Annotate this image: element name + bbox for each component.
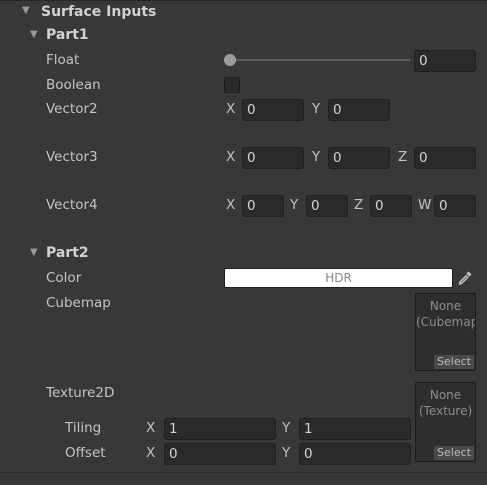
bottom-divider: [0, 472, 487, 473]
vector4-x-field[interactable]: 0: [242, 195, 284, 217]
vector3-y-field[interactable]: 0: [328, 147, 390, 169]
eyedropper-icon: [458, 271, 472, 286]
float-field[interactable]: 0: [414, 50, 476, 72]
vector4-y-label: Y: [290, 197, 299, 213]
vector4-z-label: Z: [354, 197, 364, 213]
eyedropper-button[interactable]: [455, 268, 475, 288]
top-border: [0, 0, 487, 1]
tiling-y-field[interactable]: 1: [299, 418, 411, 440]
vector4-label: Vector4: [46, 197, 98, 213]
part1-title: Part1: [46, 27, 89, 43]
surface-inputs-foldout[interactable]: ▼ Surface Inputs: [0, 2, 487, 24]
offset-x-label: X: [146, 445, 156, 461]
cubemap-slot[interactable]: None (Cubemap) Select: [415, 293, 476, 371]
boolean-label: Boolean: [46, 77, 101, 93]
vector2-y-label: Y: [312, 101, 321, 117]
vector3-x-label: X: [226, 149, 236, 165]
vector4-y-field[interactable]: 0: [306, 195, 348, 217]
part2-title: Part2: [46, 245, 89, 261]
vector2-x-field[interactable]: 0: [242, 99, 304, 121]
vector3-y-label: Y: [312, 149, 321, 165]
texture2d-slot-text: None (Texture): [418, 388, 473, 418]
vector2-y-field[interactable]: 0: [328, 99, 390, 121]
offset-y-field[interactable]: 0: [299, 443, 411, 465]
offset-y-label: Y: [282, 445, 291, 461]
color-mode-label: HDR: [325, 271, 352, 285]
texture2d-select-button[interactable]: Select: [434, 446, 474, 460]
foldout-expanded-icon: ▼: [30, 29, 38, 40]
tiling-label: Tiling: [65, 420, 102, 436]
cubemap-select-button[interactable]: Select: [434, 355, 474, 369]
cubemap-label: Cubemap: [46, 295, 111, 311]
float-slider-track[interactable]: [230, 59, 410, 61]
vector4-z-field[interactable]: 0: [370, 195, 412, 217]
float-slider-handle[interactable]: [224, 54, 236, 66]
vector2-x-label: X: [226, 101, 236, 117]
foldout-expanded-icon: ▼: [30, 247, 38, 258]
vector4-w-field[interactable]: 0: [434, 195, 476, 217]
tiling-y-label: Y: [282, 420, 291, 436]
vector3-z-field[interactable]: 0: [414, 147, 476, 169]
section-title: Surface Inputs: [41, 4, 157, 20]
vector3-z-label: Z: [398, 149, 408, 165]
part1-foldout[interactable]: ▼ Part1: [0, 25, 200, 47]
cubemap-slot-text: None (Cubemap): [416, 299, 475, 329]
part2-foldout[interactable]: ▼ Part2: [0, 243, 200, 265]
tiling-x-field[interactable]: 1: [164, 418, 276, 440]
float-label: Float: [46, 52, 80, 68]
texture2d-slot[interactable]: None (Texture) Select: [415, 382, 476, 462]
offset-label: Offset: [65, 445, 106, 461]
boolean-checkbox[interactable]: [224, 77, 240, 93]
foldout-expanded-icon: ▼: [22, 5, 30, 16]
vector4-w-label: W: [418, 197, 432, 213]
texture2d-label: Texture2D: [46, 385, 115, 401]
color-label: Color: [46, 270, 82, 286]
offset-x-field[interactable]: 0: [164, 443, 276, 465]
tiling-x-label: X: [146, 420, 156, 436]
vector4-x-label: X: [226, 197, 236, 213]
vector3-label: Vector3: [46, 149, 98, 165]
color-swatch[interactable]: HDR: [224, 268, 453, 288]
vector2-label: Vector2: [46, 101, 98, 117]
vector3-x-field[interactable]: 0: [242, 147, 304, 169]
